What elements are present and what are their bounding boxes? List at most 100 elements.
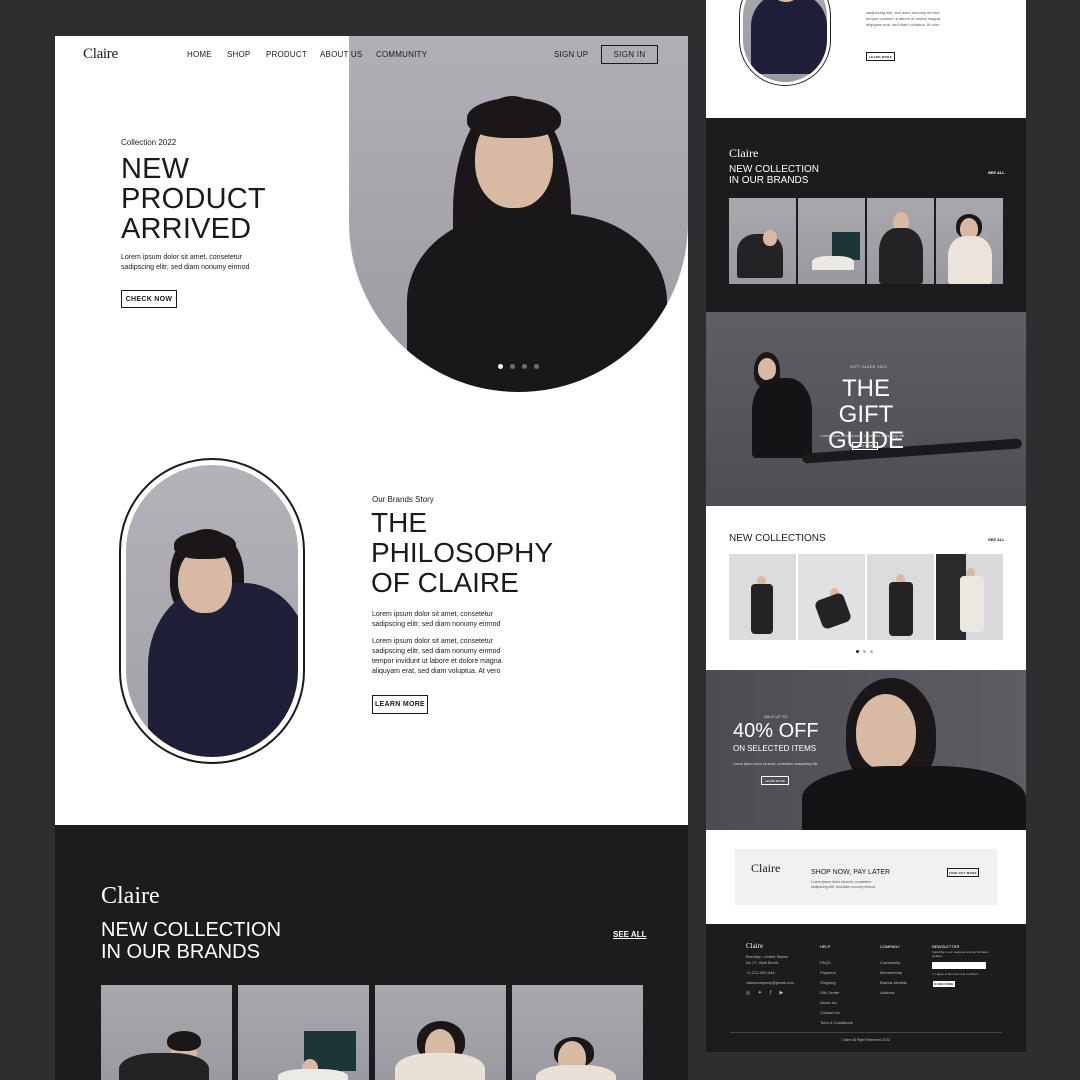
preview-banner-body: Lorem ipsum dolor sit amet, consetetur s… <box>811 880 875 890</box>
hero-eyebrow: Collection 2022 <box>121 138 177 147</box>
preview-banner-card: Claire SHOP NOW, PAY LATER Lorem ipsum d… <box>735 849 997 905</box>
preview-collection-card[interactable] <box>936 198 1003 284</box>
collection-title: NEW COLLECTION IN OUR BRANDS <box>101 919 281 963</box>
preview-story-section: sadipscing elitr, sed diam nonumy eirmod… <box>706 0 1026 118</box>
story-text-line: sadipscing elitr, sed diam nonumy eirmod <box>372 648 501 655</box>
footer-company-link[interactable]: Membership <box>880 970 907 975</box>
story-paragraph-2: Lorem ipsum dolor sit amet, consetetur s… <box>372 637 502 677</box>
preview-sale-percent: 40% OFF <box>733 720 819 742</box>
preview-collection-line: IN OUR BRANDS <box>729 175 809 186</box>
preview-new-collections-section: NEW COLLECTIONS SEE ALL <box>706 506 1026 670</box>
footer-help-link[interactable]: Gift Center <box>820 990 853 995</box>
footer-company-title: COMPANY <box>880 944 900 949</box>
footer-help-link[interactable]: About Us <box>820 1000 853 1005</box>
footer-phone: +1-212-000-444 <box>746 970 775 975</box>
story-text-line: sadipscing elitr, sed diam nonumy eirmod <box>372 621 501 628</box>
preview-product-card[interactable] <box>729 554 796 640</box>
preview-sale-section: SALE UP TO 40% OFF ON SELECTED ITEMS Lor… <box>706 670 1026 846</box>
nav-community[interactable]: COMMUNITY <box>376 50 427 59</box>
story-title-line: THE <box>371 507 427 538</box>
footer-help-link[interactable]: FAQS <box>820 960 853 965</box>
footer-help-list: FAQS Payment Shipping Gift Center About … <box>820 960 853 1030</box>
preview-see-all-link[interactable]: SEE ALL <box>988 170 1005 175</box>
preview-see-all-link[interactable]: SEE ALL <box>988 537 1005 542</box>
preview-collection-title: NEW COLLECTION IN OUR BRANDS <box>729 164 819 186</box>
nav-home[interactable]: HOME <box>187 50 212 59</box>
story-text-line: aliquyam erat, sed diam voluptua. At ver… <box>372 668 501 675</box>
nav-product[interactable]: PRODUCT <box>266 50 307 59</box>
collection-logo: Claire <box>101 883 160 909</box>
preview-product-card[interactable] <box>936 554 1003 640</box>
story-text-line: tempor invidunt ut labore et dolore magn… <box>372 658 502 665</box>
carousel-dot[interactable] <box>510 364 515 369</box>
sign-in-button[interactable]: SIGN IN <box>601 45 658 64</box>
collection-card[interactable] <box>238 985 369 1080</box>
preview-text-line: aliquyam erat, sed diam voluptua. At ver… <box>866 22 940 27</box>
collection-card[interactable] <box>101 985 232 1080</box>
hero-body: Lorem ipsum dolor sit amet, consetetur s… <box>121 253 249 273</box>
footer-address-line: No 27, Wall Street <box>746 960 779 965</box>
story-photo-frame <box>119 458 305 764</box>
preview-collection-line: NEW COLLECTION <box>729 164 820 175</box>
preview-story-photo <box>739 0 831 86</box>
learn-more-button[interactable]: LEARN MORE <box>372 695 428 714</box>
preview-carousel-dot[interactable] <box>870 650 873 653</box>
footer-address-line: Brooklyn, United States <box>746 954 788 959</box>
preview-gift-eyebrow: GIFT GUIDE 2022 <box>850 364 888 369</box>
main-page: Claire HOME SHOP PRODUCT ABOUT US COMMUN… <box>55 36 688 1080</box>
footer-company-link[interactable]: Address <box>880 990 907 995</box>
preview-product-card[interactable] <box>867 554 934 640</box>
story-title: THE PHILOSOPHY OF CLAIRE <box>371 508 553 598</box>
newsletter-email-input[interactable] <box>932 962 986 969</box>
footer-divider <box>730 1032 1002 1033</box>
preview-story-text: sadipscing elitr, sed diam nonumy eirmod… <box>866 10 940 28</box>
preview-collection-card[interactable] <box>729 198 796 284</box>
sign-up-link[interactable]: SIGN UP <box>554 50 588 59</box>
collection-card[interactable] <box>375 985 506 1080</box>
footer-help-link[interactable]: Shipping <box>820 980 853 985</box>
carousel-dot[interactable] <box>498 364 503 369</box>
footer-company-link[interactable]: Community <box>880 960 907 965</box>
preview-gift-body: Lorem ipsum dolor sit amet, consetetur s… <box>820 434 905 438</box>
subscribe-button[interactable]: SUBSCRIBE <box>932 980 956 988</box>
preview-product-card[interactable] <box>798 554 865 640</box>
preview-new-collections-title: NEW COLLECTIONS <box>729 533 826 544</box>
preview-sale-button[interactable]: LEARN MORE <box>761 776 789 785</box>
preview-gift-button[interactable]: GET NOW <box>852 442 878 450</box>
footer-help-link[interactable]: Term & Conditions <box>820 1020 853 1025</box>
preview-footer: Claire Brooklyn, United States No 27, Wa… <box>706 924 1026 1052</box>
preview-banner-button[interactable]: FIND OUT MORE <box>947 868 979 877</box>
social-icons: ◎ ✦ ƒ ▶ <box>746 990 787 996</box>
story-eyebrow: Our Brands Story <box>372 495 434 504</box>
nav-about-us[interactable]: ABOUT US <box>320 50 362 59</box>
carousel-dot[interactable] <box>534 364 539 369</box>
preview-learn-more-button[interactable]: LEARN MORE <box>866 52 895 61</box>
hero-title: NEW PRODUCT ARRIVED <box>121 154 266 244</box>
footer-company-link[interactable]: Brands Models <box>880 980 907 985</box>
story-title-line: PHILOSOPHY <box>371 537 554 568</box>
collection-title-line: NEW COLLECTION <box>101 919 282 941</box>
hero-title-line: NEW <box>121 153 190 185</box>
check-now-button[interactable]: CHECK NOW <box>121 290 177 308</box>
footer-email[interactable]: clairecompany@gmail.com <box>746 980 794 985</box>
preview-collection-card[interactable] <box>867 198 934 284</box>
preview-carousel-dot[interactable] <box>856 650 859 653</box>
preview-collection-section: Claire NEW COLLECTION IN OUR BRANDS SEE … <box>706 118 1026 312</box>
preview-banner-section: Claire SHOP NOW, PAY LATER Lorem ipsum d… <box>706 830 1026 924</box>
preview-carousel-dot[interactable] <box>863 650 866 653</box>
brand-logo[interactable]: Claire <box>83 46 118 63</box>
footer-help-link[interactable]: Contact Us <box>820 1010 853 1015</box>
footer-help-link[interactable]: Payment <box>820 970 853 975</box>
nav-shop[interactable]: SHOP <box>227 50 250 59</box>
see-all-link[interactable]: SEE ALL <box>613 930 646 939</box>
newsletter-terms-checkbox[interactable]: ☐ I agree to the terms and conditions <box>932 972 978 976</box>
preview-page: sadipscing elitr, sed diam nonumy eirmod… <box>706 0 1026 1052</box>
preview-footer-contact: Brooklyn, United States No 27, Wall Stre… <box>746 954 794 1001</box>
preview-sale-subtitle: ON SELECTED ITEMS <box>733 744 817 753</box>
collection-card[interactable] <box>512 985 643 1080</box>
preview-brand-logo: Claire <box>729 146 759 160</box>
preview-collection-card[interactable] <box>798 198 865 284</box>
carousel-dot[interactable] <box>522 364 527 369</box>
preview-banner-logo: Claire <box>751 861 781 875</box>
newsletter-terms-label: I agree to the terms and conditions <box>935 972 979 976</box>
